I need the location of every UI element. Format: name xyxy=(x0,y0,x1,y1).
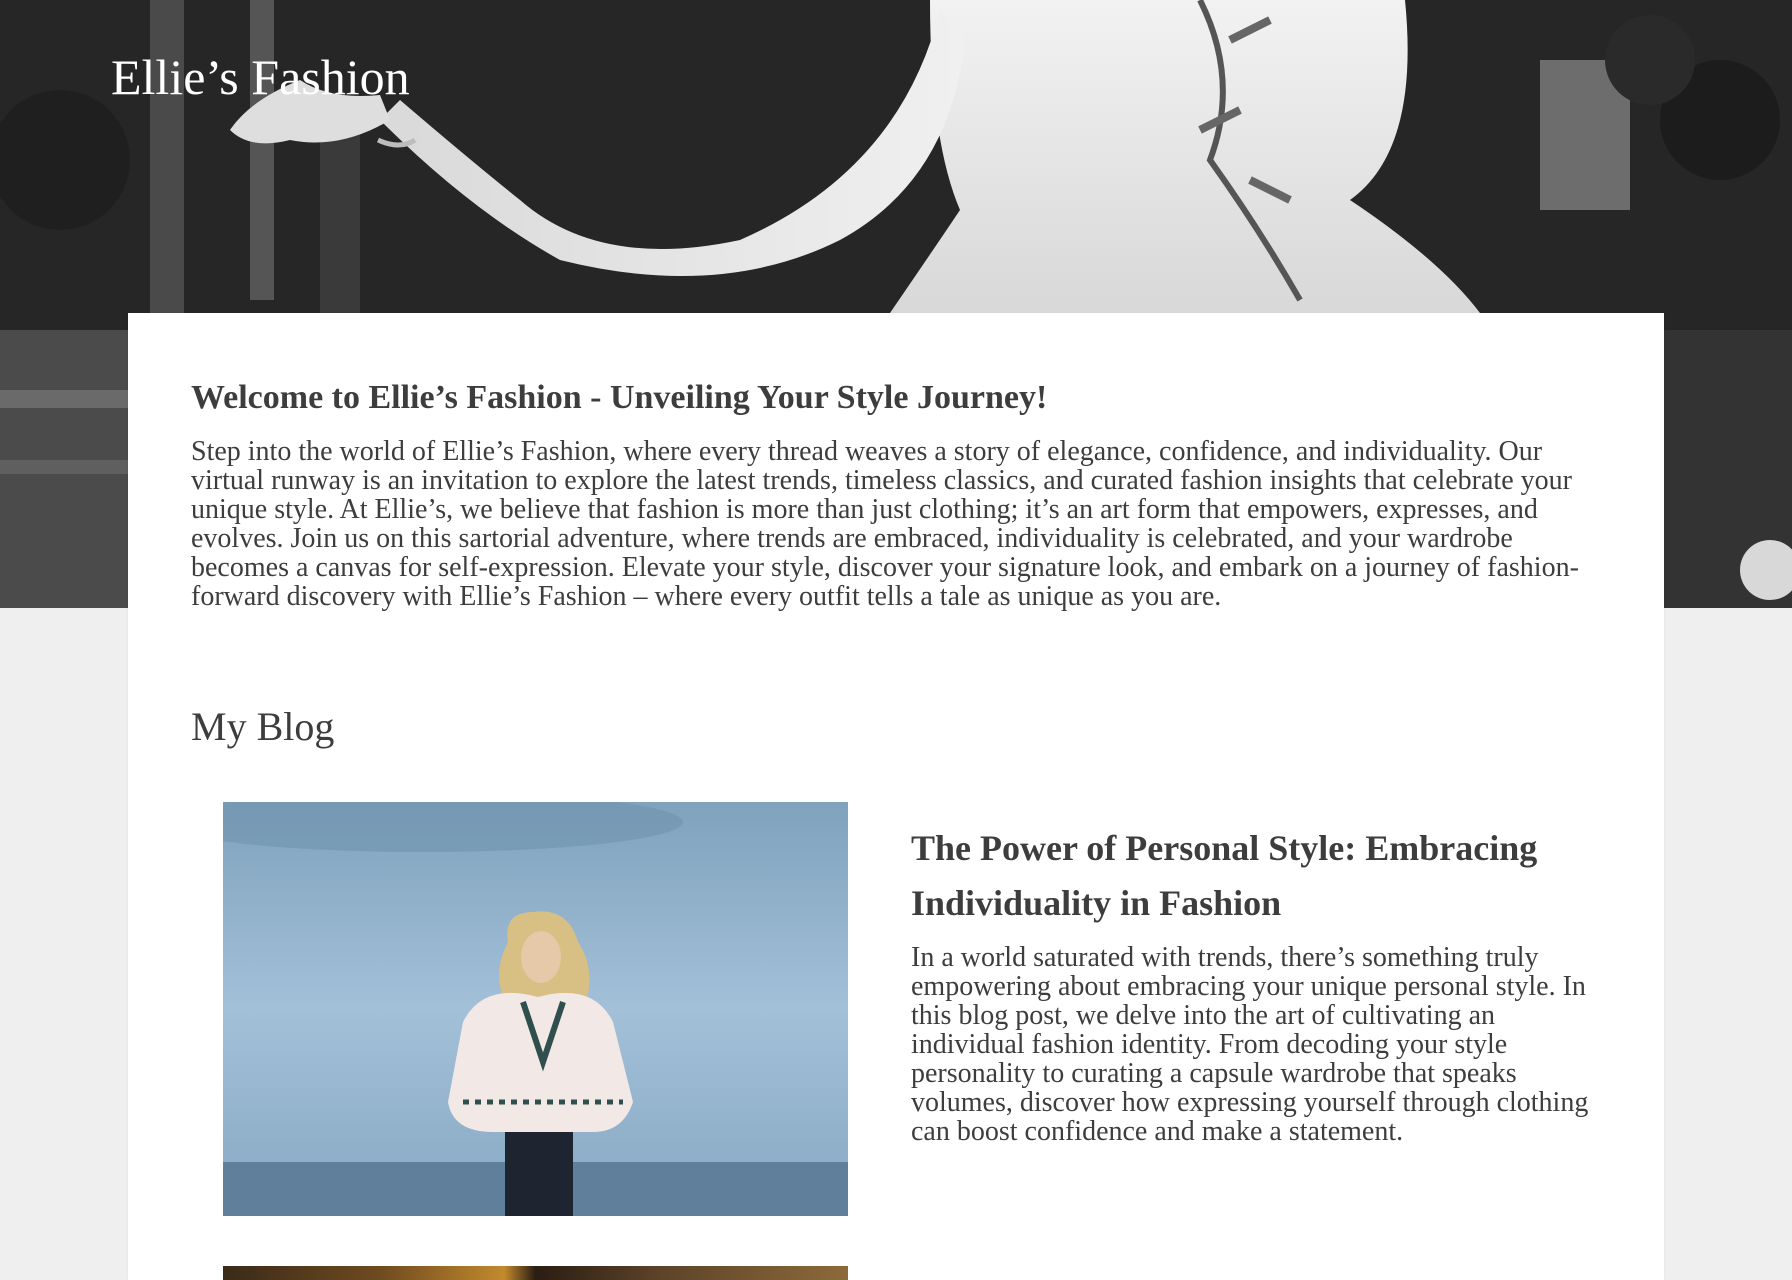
blog-post-excerpt: In a world saturated with trends, there’… xyxy=(911,942,1589,1147)
site-title-link[interactable]: Ellie’s Fashion xyxy=(111,48,410,106)
blog-post-thumbnail[interactable] xyxy=(223,802,848,1216)
blog-section-heading: My Blog xyxy=(191,704,335,749)
blog-post-thumbnail-next[interactable] xyxy=(223,1266,848,1280)
blog-post-photo xyxy=(223,802,848,1216)
welcome-paragraph: Step into the world of Ellie’s Fashion, … xyxy=(191,436,1579,612)
blog-post-title-link[interactable]: The Power of Personal Style: Embracing I… xyxy=(911,821,1591,931)
main-content-card: Welcome to Ellie’s Fashion - Unveiling Y… xyxy=(128,313,1664,1280)
welcome-heading: Welcome to Ellie’s Fashion - Unveiling Y… xyxy=(191,379,1048,416)
